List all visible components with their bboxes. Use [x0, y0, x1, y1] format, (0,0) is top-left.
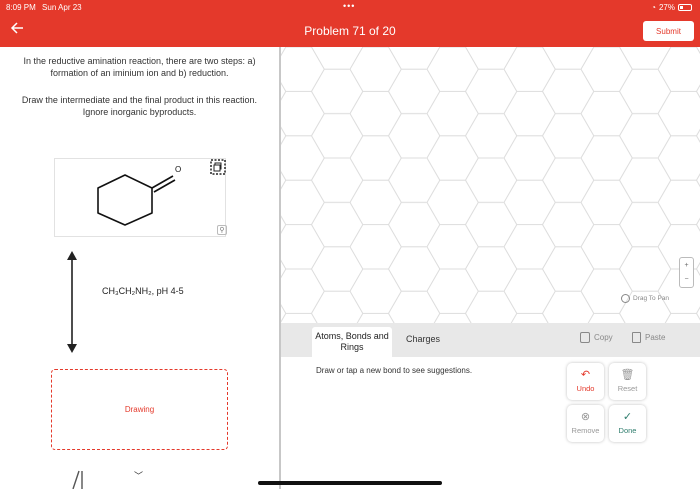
undo-icon: ↶ — [580, 369, 591, 381]
top-header: 8:09 PM Sun Apr 23 ••• ◔ 27% Problem 71 … — [0, 0, 700, 47]
suggestion-hint: Draw or tap a new bond to see suggestion… — [316, 366, 473, 375]
cyclohexanone-structure: O — [97, 165, 181, 226]
select-structure-icon[interactable] — [210, 159, 226, 175]
magnify-icon[interactable]: ⚲ — [217, 225, 227, 235]
paste-button[interactable]: Paste — [632, 332, 665, 343]
submit-button[interactable]: Submit — [643, 21, 694, 41]
copy-button[interactable]: Copy — [580, 332, 613, 343]
editor-panel: Draw or tap a new bond to see suggestion… — [281, 357, 700, 489]
check-circle-icon: ✓ — [622, 411, 633, 423]
question-paragraph-1: In the reductive amination reaction, the… — [23, 56, 256, 78]
oxygen-label: O — [175, 165, 181, 174]
starting-material-box[interactable]: O ⚲ — [54, 158, 227, 237]
tab-atoms-bonds-rings[interactable]: Atoms, Bonds and Rings — [312, 327, 392, 357]
remove-button[interactable]: ⊗ Remove — [567, 405, 604, 442]
zoom-control[interactable]: + − — [679, 257, 694, 288]
drag-to-pan-label: Drag To Pan — [633, 295, 670, 302]
home-indicator[interactable] — [258, 481, 442, 485]
status-time: 8:09 PM — [6, 3, 36, 12]
remove-label: Remove — [571, 426, 600, 435]
zoom-out-button[interactable]: − — [684, 276, 688, 283]
status-bar-time: 8:09 PM Sun Apr 23 — [6, 3, 82, 12]
copy-icon — [580, 332, 590, 343]
drawing-canvas[interactable]: + − Drag To Pan — [281, 47, 700, 323]
page-title: Problem 71 of 20 — [304, 24, 396, 38]
drag-to-pan-button[interactable]: Drag To Pan — [621, 294, 669, 303]
status-date: Sun Apr 23 — [42, 3, 82, 12]
multitask-dots-icon[interactable]: ••• — [343, 1, 355, 11]
zoom-in-button[interactable]: + — [684, 262, 688, 269]
drawing-answer-box[interactable]: Drawing — [51, 369, 228, 450]
paste-label: Paste — [645, 333, 666, 342]
reagent-label: CH₃CH₂NH₂, pH 4-5 — [102, 286, 184, 296]
hand-icon — [621, 294, 630, 303]
trash-icon: 🗑 — [620, 369, 635, 381]
wifi-icon: ◔ — [651, 3, 656, 12]
done-button[interactable]: ✓ Done — [609, 405, 646, 442]
reset-button[interactable]: 🗑 Reset — [609, 363, 646, 400]
status-bar-right: ◔ 27% — [651, 3, 692, 12]
remove-circle-icon: ⊗ — [580, 411, 591, 423]
tab-charges[interactable]: Charges — [406, 334, 440, 344]
editor-toolbar: Atoms, Bonds and Rings Charges Copy Past… — [281, 323, 700, 357]
battery-icon — [678, 4, 692, 11]
question-paragraph-2: Draw the intermediate and the final prod… — [21, 95, 258, 117]
structure-fragment-icon — [72, 470, 83, 489]
question-text: In the reductive amination reaction, the… — [10, 55, 269, 133]
reaction-arrow-icon — [67, 251, 77, 353]
drawing-label: Drawing — [124, 405, 155, 414]
paste-icon — [632, 332, 641, 343]
done-label: Done — [618, 426, 637, 435]
bottom-left-strip: ﹀ — [0, 459, 279, 489]
undo-label: Undo — [576, 384, 595, 393]
reset-label: Reset — [617, 384, 638, 393]
hex-grid — [281, 47, 700, 323]
copy-label: Copy — [594, 333, 613, 342]
question-panel: In the reductive amination reaction, the… — [0, 47, 279, 489]
chevron-down-icon[interactable]: ﹀ — [134, 469, 143, 482]
battery-percent: 27% — [658, 3, 675, 12]
undo-button[interactable]: ↶ Undo — [567, 363, 604, 400]
